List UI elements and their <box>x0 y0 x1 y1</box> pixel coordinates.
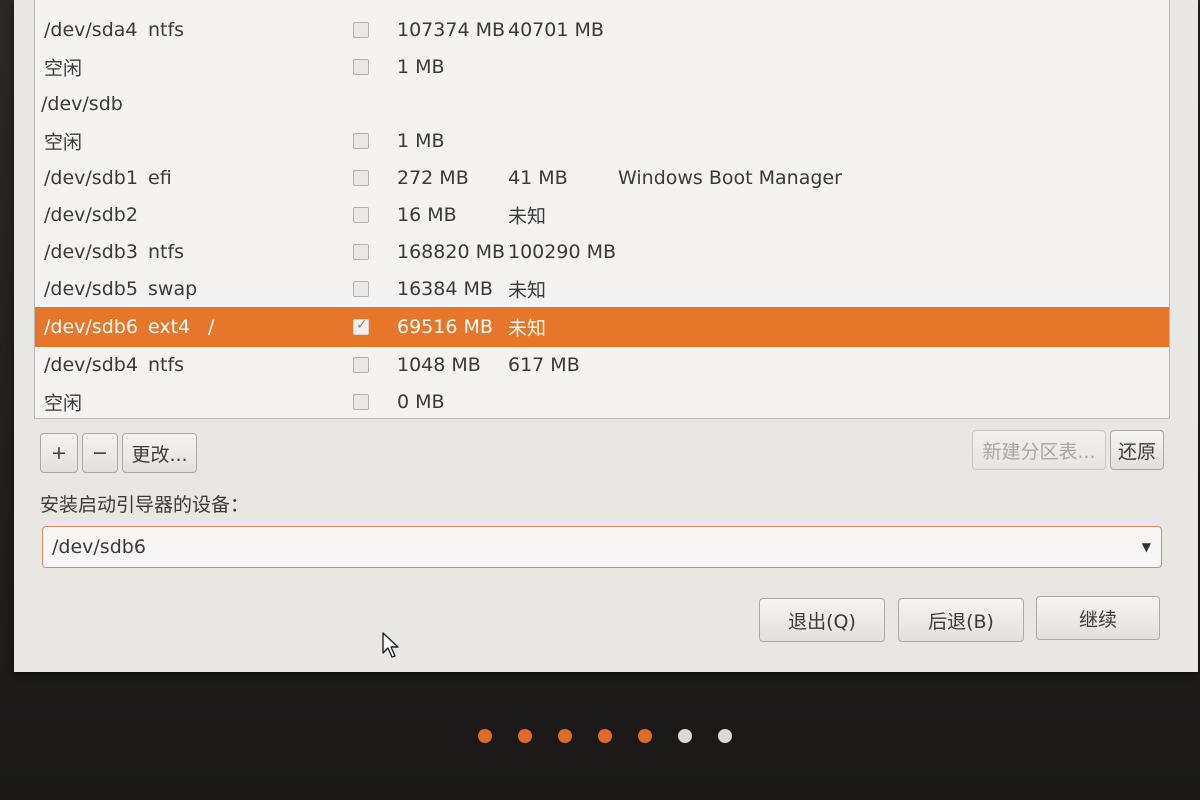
partition-device: /dev/sdb3 <box>44 240 138 263</box>
partition-size: 0 MB <box>397 390 445 413</box>
partition-row[interactable]: /dev/sdb1 efi 272 MB 41 MB Windows Boot Mana… <box>35 159 1169 196</box>
format-checkbox[interactable] <box>353 21 369 38</box>
partition-size: 272 MB <box>397 166 469 189</box>
partition-table[interactable]: /dev/sda4 ntfs 107374 MB 40701 MB 空闲 1 MB/dev… <box>34 0 1170 419</box>
revert-button[interactable]: 还原 <box>1110 430 1164 470</box>
partition-row[interactable]: /dev/sdb4 ntfs 1048 MB 617 MB <box>35 346 1169 383</box>
format-checkbox[interactable] <box>353 169 369 186</box>
partition-row[interactable]: /dev/sdb <box>35 85 1169 122</box>
back-button[interactable]: 后退(B) <box>898 598 1024 642</box>
progress-dot-pending <box>718 729 732 743</box>
partition-type: ntfs <box>148 353 185 376</box>
format-checkbox[interactable] <box>353 280 369 297</box>
partition-row[interactable]: /dev/sdb3 ntfs 168820 MB 100290 MB <box>35 233 1169 270</box>
partition-size: 69516 MB <box>397 316 493 338</box>
partition-size: 168820 MB <box>397 240 505 263</box>
partition-size: 16 MB <box>397 203 457 226</box>
partition-row[interactable]: /dev/sdb6 ext4 / ✓ 69516 MB 未知 <box>35 307 1169 347</box>
partition-size: 1 MB <box>397 129 445 152</box>
partition-device: /dev/sda4 <box>44 18 138 41</box>
partition-used: 100290 MB <box>508 240 616 263</box>
progress-dot-complete <box>558 729 572 743</box>
partition-type: efi <box>148 166 172 189</box>
progress-dot-complete <box>638 729 652 743</box>
bootloader-device-value: /dev/sdb6 <box>52 536 146 558</box>
partition-row[interactable]: 空闲 1 MB <box>35 48 1169 85</box>
bootloader-device-label: 安装启动引导器的设备： <box>40 494 250 516</box>
format-checkbox[interactable] <box>353 132 369 149</box>
remove-partition-button[interactable]: − <box>82 433 118 473</box>
progress-dot-complete <box>518 729 532 743</box>
partition-row[interactable]: /dev/sda4 ntfs 107374 MB 40701 MB <box>35 11 1169 48</box>
partition-used: 40701 MB <box>508 18 604 41</box>
format-checkbox[interactable] <box>353 393 369 410</box>
change-partition-button[interactable]: 更改... <box>122 433 197 473</box>
partition-device: 空闲 <box>44 392 83 414</box>
partition-mount-point: / <box>208 316 215 338</box>
partition-size: 1 MB <box>397 55 445 78</box>
partition-row[interactable]: 空闲 0 MB <box>35 383 1169 418</box>
format-checkbox[interactable] <box>353 243 369 260</box>
partition-device: /dev/sdb2 <box>44 203 138 226</box>
format-checkbox[interactable]: ✓ <box>353 317 369 335</box>
partition-system: Windows Boot Manager <box>618 166 842 189</box>
partition-type: swap <box>148 277 198 300</box>
partition-device: 空闲 <box>44 131 83 153</box>
partition-row[interactable]: /dev/sdb5 swap 16384 MB 未知 <box>35 270 1169 307</box>
partition-size: 1048 MB <box>397 353 481 376</box>
partition-used: 未知 <box>508 317 547 340</box>
partition-row[interactable]: /dev/sdb2 16 MB 未知 <box>35 196 1169 233</box>
partition-used: 617 MB <box>508 353 580 376</box>
progress-dot-complete <box>598 729 612 743</box>
partition-size: 16384 MB <box>397 277 493 300</box>
partition-used: 41 MB <box>508 166 568 189</box>
partition-device: /dev/sdb5 <box>44 277 138 300</box>
dropdown-arrow-icon: ▼ <box>1141 540 1151 554</box>
continue-button[interactable]: 继续 <box>1036 596 1160 640</box>
progress-dot-pending <box>678 729 692 743</box>
partition-device: /dev/sdb6 <box>44 316 138 338</box>
add-partition-button[interactable]: + <box>40 433 78 473</box>
format-checkbox[interactable] <box>353 356 369 373</box>
partition-device: /dev/sdb4 <box>44 353 138 376</box>
bootloader-device-select[interactable]: /dev/sdb6 ▼ <box>42 526 1162 568</box>
partition-type: ntfs <box>148 240 185 263</box>
progress-dot-complete <box>478 729 492 743</box>
partition-size: 107374 MB <box>397 18 505 41</box>
partition-device: /dev/sdb1 <box>44 166 138 189</box>
screen: /dev/sda4 ntfs 107374 MB 40701 MB 空闲 1 MB/dev… <box>0 0 1200 800</box>
partition-type: ext4 <box>148 316 191 338</box>
partition-device: 空闲 <box>44 57 83 79</box>
new-partition-table-button[interactable]: 新建分区表... <box>972 430 1106 470</box>
partition-row[interactable]: 空闲 1 MB <box>35 122 1169 159</box>
partition-device: /dev/sdb <box>41 92 123 115</box>
format-checkbox[interactable] <box>353 206 369 223</box>
installer-window: /dev/sda4 ntfs 107374 MB 40701 MB 空闲 1 MB/dev… <box>14 0 1198 672</box>
partition-type: ntfs <box>148 18 185 41</box>
checkmark-icon: ✓ <box>356 317 368 333</box>
format-checkbox[interactable] <box>353 58 369 75</box>
quit-button[interactable]: 退出(Q) <box>759 598 885 642</box>
mouse-cursor-icon <box>382 632 399 658</box>
partition-used: 未知 <box>508 279 547 301</box>
partition-used: 未知 <box>508 205 547 227</box>
